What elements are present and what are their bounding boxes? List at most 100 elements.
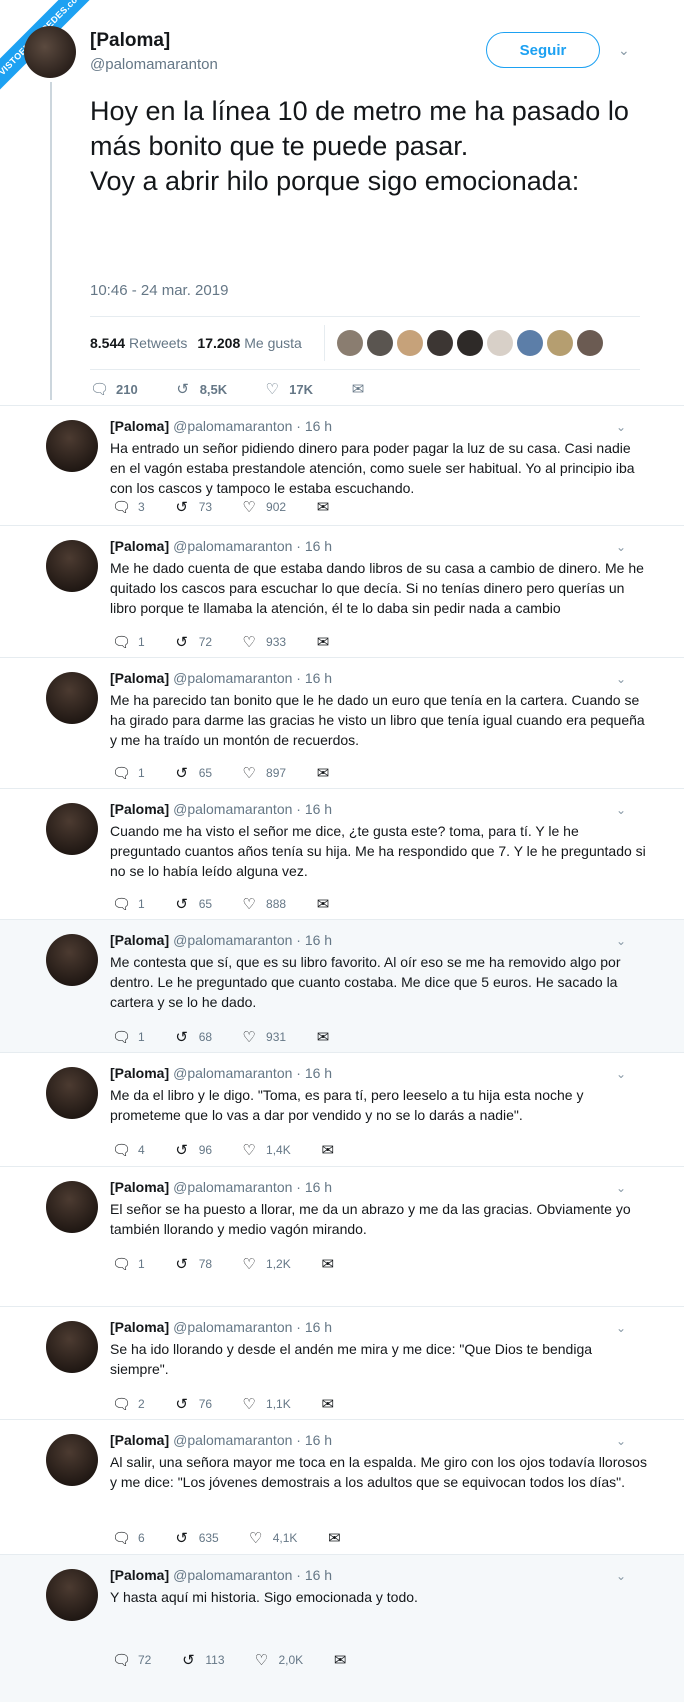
reply-tweet[interactable]: [Paloma] @palomamaranton · 16 h ⌄ Se ha i…	[0, 1306, 684, 1420]
message-button[interactable]: ✉	[314, 633, 340, 651]
like-button[interactable]: ♡ 933	[240, 633, 286, 651]
reply-button[interactable]: 🗨 6	[112, 1529, 145, 1547]
retweet-button[interactable]: ↺ 76	[173, 1395, 212, 1413]
chevron-down-icon[interactable]: ⌄	[616, 1434, 626, 1448]
reply-button[interactable]: 🗨 1	[112, 895, 145, 913]
chevron-down-icon[interactable]: ⌄	[616, 672, 626, 686]
reply-button[interactable]: 🗨 3	[112, 498, 145, 516]
author-name[interactable]: [Paloma]	[110, 1065, 169, 1081]
author-handle[interactable]: @palomamaranton	[173, 1567, 292, 1583]
author-handle[interactable]: @palomamaranton	[173, 1319, 292, 1335]
reply-time[interactable]: · 16 h	[296, 538, 332, 554]
reply-tweet[interactable]: [Paloma] @palomamaranton · 16 h ⌄ Cuando …	[0, 788, 684, 920]
liker-avatar[interactable]	[396, 330, 423, 356]
author-name[interactable]: [Paloma]	[110, 1319, 169, 1335]
retweet-button[interactable]: ↺ 73	[173, 498, 212, 516]
chevron-down-icon[interactable]: ⌄	[616, 1181, 626, 1195]
author-name[interactable]: [Paloma]	[110, 1179, 169, 1195]
author-handle[interactable]: @palomamaranton	[173, 418, 292, 434]
retweet-button[interactable]: ↺ 65	[173, 764, 212, 782]
reply-tweet[interactable]: [Paloma] @palomamaranton · 16 h ⌄ Y hasta…	[0, 1554, 684, 1702]
liker-avatar[interactable]	[546, 330, 573, 356]
like-button[interactable]: ♡ 931	[240, 1028, 286, 1046]
retweet-button[interactable]: ↺ 68	[173, 1028, 212, 1046]
avatar[interactable]	[46, 803, 98, 855]
avatar[interactable]	[46, 934, 98, 986]
reply-time[interactable]: · 16 h	[296, 1432, 332, 1448]
reply-button[interactable]: 🗨 1	[112, 1028, 145, 1046]
avatar[interactable]	[46, 672, 98, 724]
reply-tweet[interactable]: [Paloma] @palomamaranton · 16 h ⌄ Me ha p…	[0, 657, 684, 789]
author-handle[interactable]: @palomamaranton	[173, 1179, 292, 1195]
liker-avatar[interactable]	[456, 330, 483, 356]
like-button[interactable]: ♡ 1,4K	[240, 1141, 290, 1159]
follow-button[interactable]: Seguir	[486, 32, 600, 68]
chevron-down-icon[interactable]: ⌄	[616, 1321, 626, 1335]
author-name[interactable]: [Paloma]	[90, 30, 170, 52]
reply-button[interactable]: 🗨 1	[112, 633, 145, 651]
reply-tweet[interactable]: [Paloma] @palomamaranton · 16 h ⌄ Me he d…	[0, 525, 684, 658]
tweet-timestamp[interactable]: 10:46 - 24 mar. 2019	[90, 282, 228, 299]
chevron-down-icon[interactable]: ⌄	[616, 934, 626, 948]
avatar[interactable]	[46, 1569, 98, 1621]
reply-time[interactable]: · 16 h	[296, 1567, 332, 1583]
avatar[interactable]	[46, 540, 98, 592]
retweet-button[interactable]: ↺ 65	[173, 895, 212, 913]
author-name[interactable]: [Paloma]	[110, 1432, 169, 1448]
retweet-button[interactable]: ↺ 96	[173, 1141, 212, 1159]
like-button[interactable]: ♡ 4,1K	[247, 1529, 297, 1547]
avatar[interactable]	[46, 1067, 98, 1119]
reply-button[interactable]: 🗨 4	[112, 1141, 145, 1159]
author-handle[interactable]: @palomamaranton	[173, 1065, 292, 1081]
reply-tweet[interactable]: [Paloma] @palomamaranton · 16 h ⌄ Al sali…	[0, 1419, 684, 1555]
chevron-down-icon[interactable]: ⌄	[616, 540, 626, 554]
reply-tweet[interactable]: [Paloma] @palomamaranton · 16 h ⌄ Me da e…	[0, 1052, 684, 1167]
chevron-down-icon[interactable]: ⌄	[616, 1067, 626, 1081]
author-name[interactable]: [Paloma]	[110, 418, 169, 434]
reply-tweet[interactable]: [Paloma] @palomamaranton · 16 h ⌄ Ha entr…	[0, 405, 684, 526]
message-button[interactable]: ✉	[314, 895, 340, 913]
author-name[interactable]: [Paloma]	[110, 801, 169, 817]
reply-button[interactable]: 🗨 1	[112, 764, 145, 782]
message-button[interactable]: ✉	[325, 1529, 351, 1547]
like-button[interactable]: ♡ 897	[240, 764, 286, 782]
like-button[interactable]: ♡ 2,0K	[253, 1651, 303, 1669]
message-button[interactable]: ✉	[331, 1651, 357, 1669]
like-button[interactable]: ♡ 1,2K	[240, 1255, 290, 1273]
message-button[interactable]: ✉	[319, 1255, 345, 1273]
reply-time[interactable]: · 16 h	[296, 801, 332, 817]
liker-avatar[interactable]	[576, 330, 603, 356]
author-handle[interactable]: @palomamaranton	[173, 1432, 292, 1448]
reply-tweet[interactable]: [Paloma] @palomamaranton · 16 h ⌄ Me cont…	[0, 919, 684, 1053]
author-handle[interactable]: @palomamaranton	[173, 538, 292, 554]
retweet-button[interactable]: ↺ 8,5K	[174, 380, 227, 398]
avatar[interactable]	[46, 420, 98, 472]
author-handle[interactable]: @palomamaranton	[90, 56, 218, 73]
like-button[interactable]: ♡ 888	[240, 895, 286, 913]
reply-button[interactable]: 🗨 2	[112, 1395, 145, 1413]
reply-button[interactable]: 🗨 210	[90, 380, 138, 398]
reply-tweet[interactable]: [Paloma] @palomamaranton · 16 h ⌄ El seño…	[0, 1166, 684, 1307]
likes-stat[interactable]: 17.208 Me gusta	[197, 335, 301, 351]
message-button[interactable]: ✉	[349, 380, 375, 398]
avatar[interactable]	[24, 26, 76, 78]
chevron-down-icon[interactable]: ⌄	[618, 42, 630, 59]
author-name[interactable]: [Paloma]	[110, 538, 169, 554]
author-name[interactable]: [Paloma]	[110, 932, 169, 948]
retweet-button[interactable]: ↺ 635	[173, 1529, 218, 1547]
author-name[interactable]: [Paloma]	[110, 670, 169, 686]
retweet-stat[interactable]: 8.544 Retweets	[90, 335, 187, 351]
reply-time[interactable]: · 16 h	[296, 1065, 332, 1081]
author-handle[interactable]: @palomamaranton	[173, 670, 292, 686]
reply-time[interactable]: · 16 h	[296, 932, 332, 948]
reply-button[interactable]: 🗨 1	[112, 1255, 145, 1273]
message-button[interactable]: ✉	[319, 1395, 345, 1413]
chevron-down-icon[interactable]: ⌄	[616, 803, 626, 817]
like-button[interactable]: ♡ 902	[240, 498, 286, 516]
avatar[interactable]	[46, 1321, 98, 1373]
chevron-down-icon[interactable]: ⌄	[616, 1569, 626, 1583]
liker-avatar[interactable]	[486, 330, 513, 356]
liker-avatar[interactable]	[336, 330, 363, 356]
author-handle[interactable]: @palomamaranton	[173, 801, 292, 817]
liker-avatar[interactable]	[516, 330, 543, 356]
